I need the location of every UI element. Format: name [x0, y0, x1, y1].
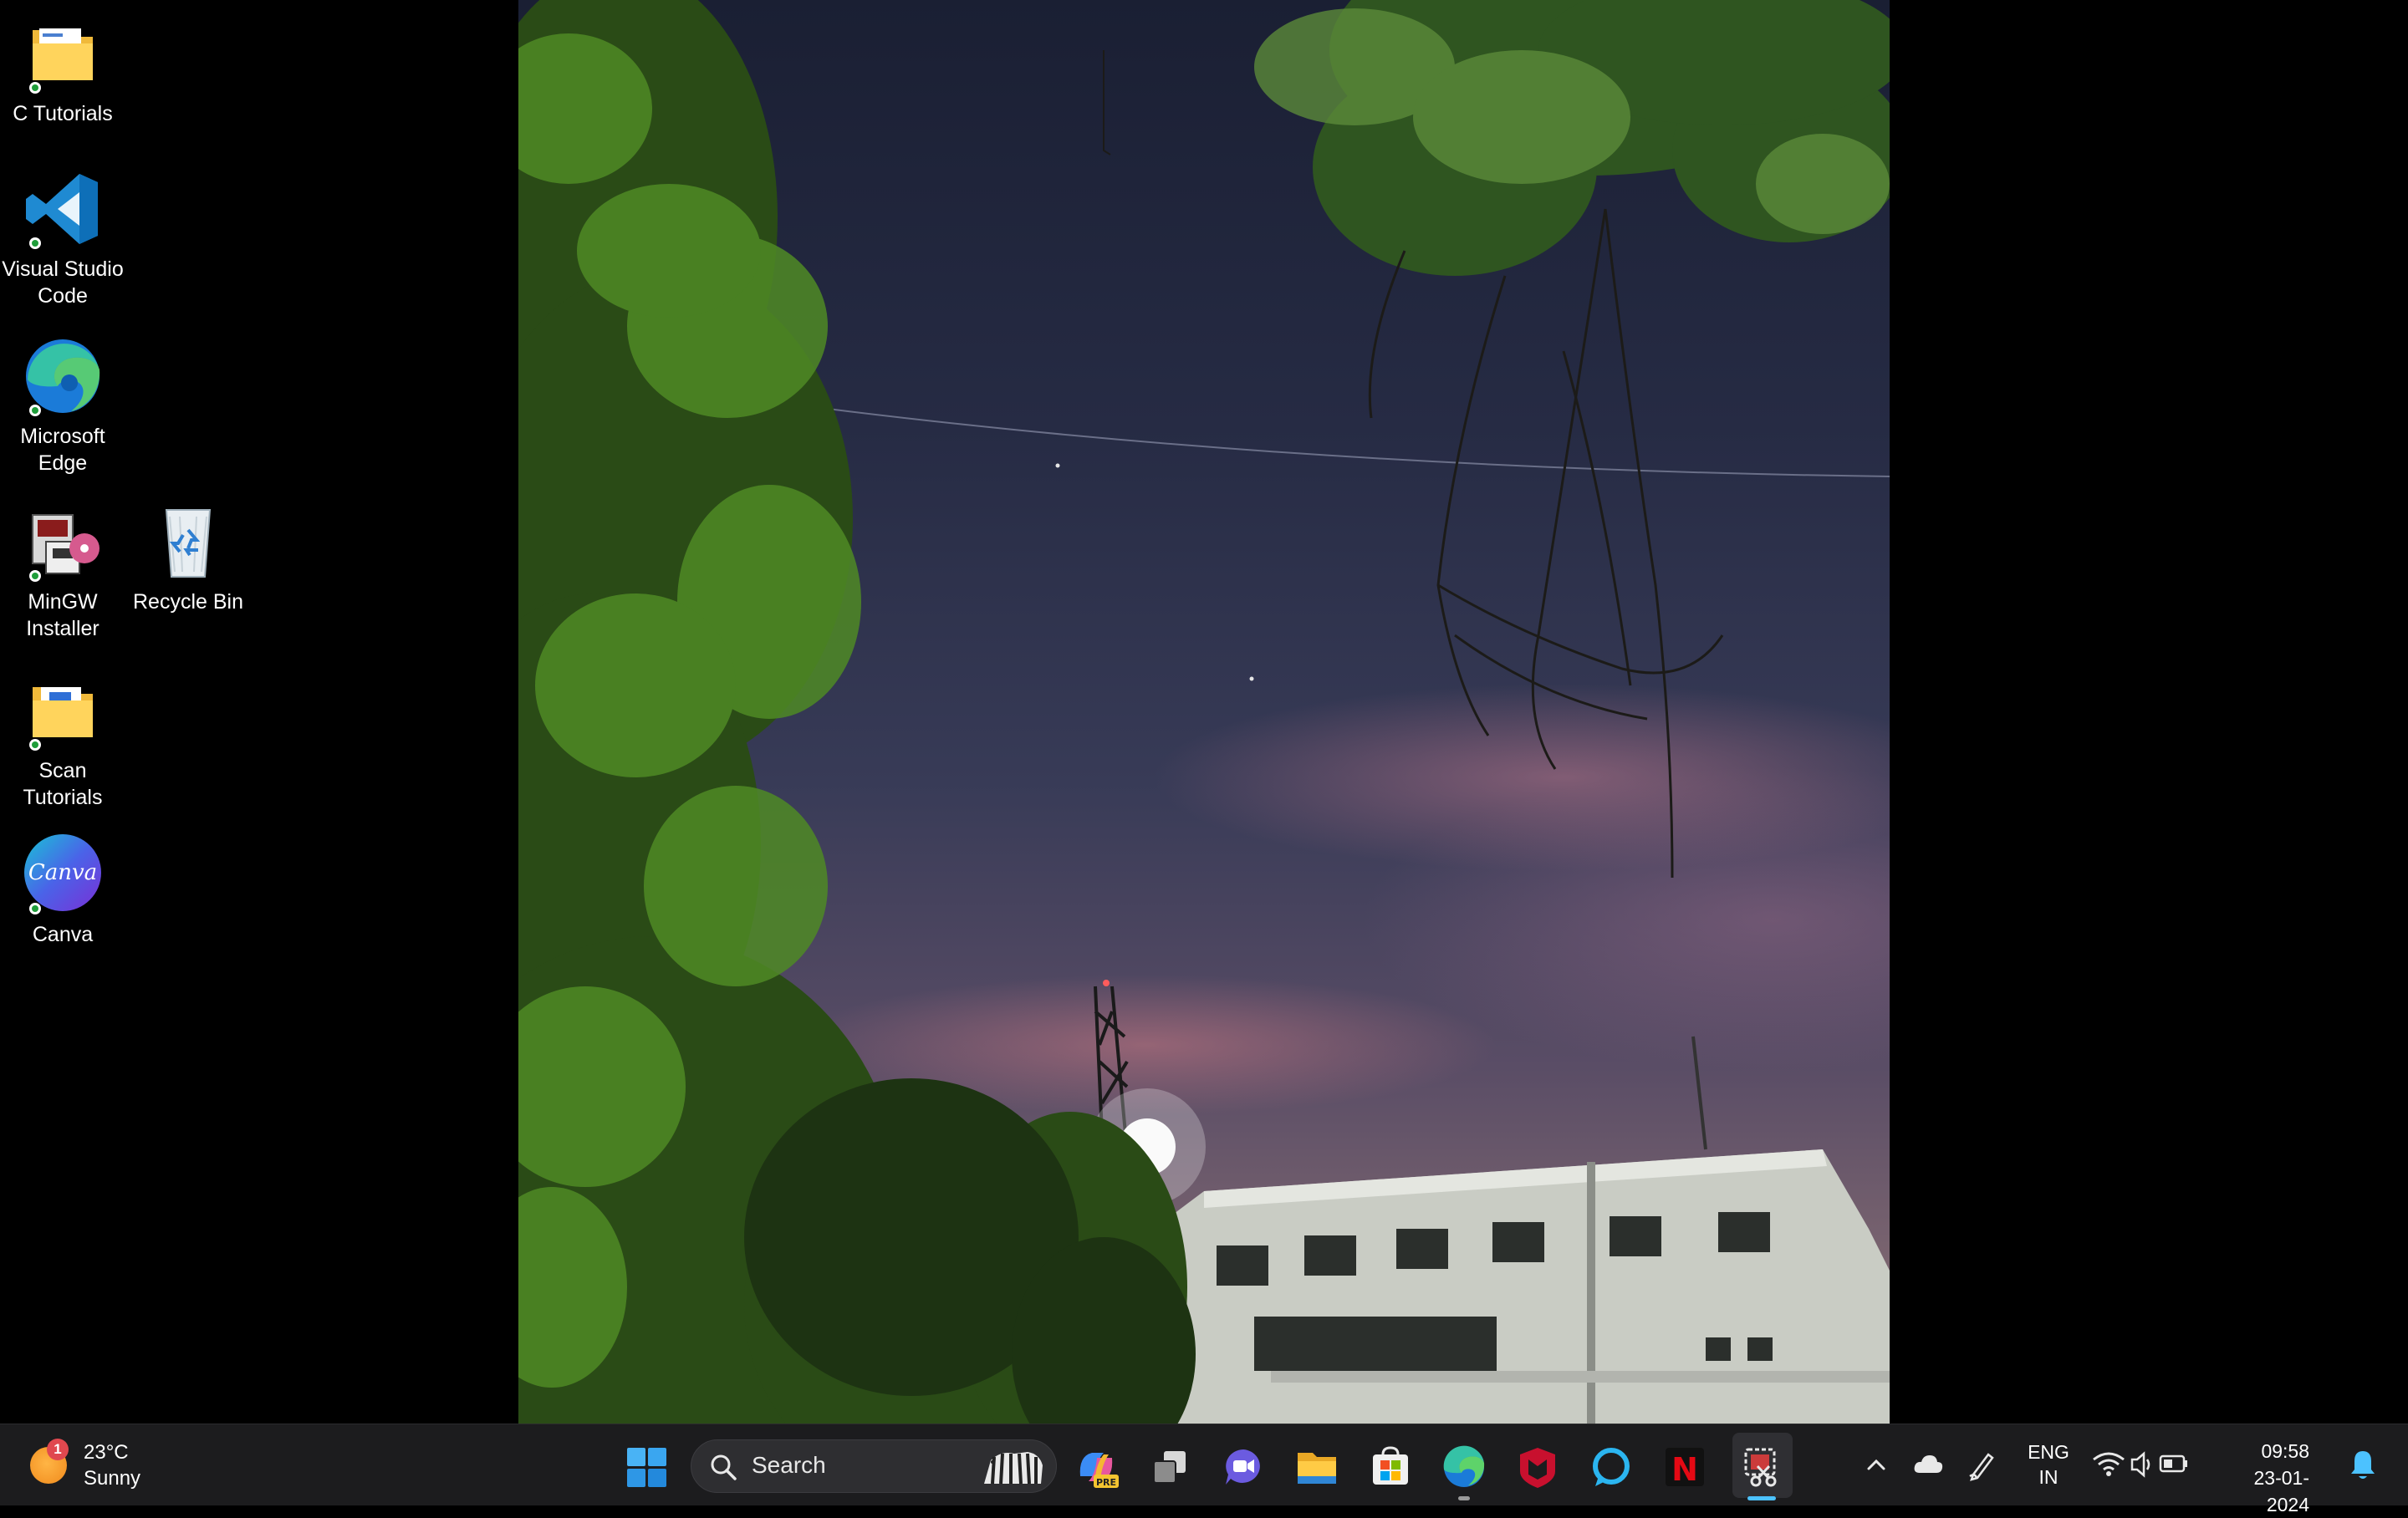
- show-hidden-icons-button[interactable]: [1861, 1449, 1891, 1480]
- desktop-icon-label: Visual Studio Code: [2, 257, 124, 308]
- search-placeholder: Search: [752, 1452, 826, 1478]
- active-indicator: [1747, 1496, 1776, 1500]
- sync-status-icon: [29, 237, 41, 249]
- snipping-tool-icon: [1744, 1448, 1777, 1487]
- edge-taskbar-button[interactable]: [1440, 1443, 1488, 1491]
- desktop-icon-canva[interactable]: Canva Canva: [0, 833, 125, 948]
- clock-time: 09:58: [2261, 1440, 2309, 1462]
- input-language-indicator[interactable]: ENG IN: [2027, 1439, 2070, 1490]
- language-code: ENG: [2028, 1441, 2069, 1463]
- task-view-icon: [1153, 1451, 1186, 1484]
- desktop-icon-label: C Tutorials: [13, 102, 113, 125]
- desktop-icon-recycle-bin[interactable]: Recycle Bin: [125, 500, 251, 615]
- running-indicator: [1458, 1496, 1470, 1500]
- recycle-bin-icon: [146, 500, 230, 583]
- weather-temperature: 23°C: [84, 1441, 129, 1464]
- sync-status-icon: [29, 903, 41, 914]
- file-explorer-button[interactable]: [1293, 1443, 1341, 1491]
- mcafee-icon: [1520, 1448, 1555, 1488]
- snipping-tool-button[interactable]: [1737, 1443, 1786, 1491]
- clock-date: 23-01-2024: [2253, 1467, 2309, 1515]
- wallpaper-scene: [518, 0, 1890, 1424]
- bell-icon: [2351, 1451, 2375, 1479]
- weather-condition: Sunny: [84, 1467, 141, 1490]
- notification-badge: 1: [47, 1439, 69, 1460]
- notifications-button[interactable]: [2346, 1446, 2380, 1483]
- mcafee-button[interactable]: [1513, 1443, 1562, 1491]
- desktop-icon-label: Microsoft Edge: [20, 425, 105, 475]
- netflix-logo-text: N: [1671, 1451, 1698, 1488]
- desktop-icon-vscode[interactable]: Visual Studio Code: [0, 167, 125, 309]
- canva-icon: Canva: [21, 833, 105, 916]
- desktop-icon-label: MinGW Installer: [26, 590, 99, 640]
- task-view-button[interactable]: [1145, 1443, 1194, 1491]
- start-button[interactable]: [622, 1443, 671, 1491]
- desktop-icon-edge[interactable]: Microsoft Edge: [0, 334, 125, 476]
- weather-widget[interactable]: 1 23°C Sunny: [30, 1436, 140, 1495]
- desktop-icon-label: Scan Tutorials: [23, 759, 103, 809]
- taskbar-search-box[interactable]: Search: [691, 1439, 1057, 1493]
- search-icon: [711, 1454, 737, 1480]
- wifi-icon: [2093, 1452, 2125, 1476]
- cloud-icon: [1914, 1455, 1943, 1473]
- vscode-icon: [21, 167, 105, 251]
- battery-icon: [2159, 1454, 2187, 1473]
- copilot-button[interactable]: PRE: [1072, 1443, 1120, 1491]
- windows-logo-icon: [627, 1448, 666, 1487]
- microsoft-store-button[interactable]: [1366, 1443, 1415, 1491]
- desktop-icon-label: Recycle Bin: [133, 590, 243, 614]
- quick-settings-button[interactable]: [2090, 1446, 2191, 1483]
- taskbar: 1 23°C Sunny Search PRE N ENG IN 09:58 2…: [0, 1424, 2408, 1515]
- folder-icon: [21, 12, 105, 95]
- alexa-button[interactable]: [1587, 1443, 1635, 1491]
- store-icon: [1373, 1446, 1408, 1485]
- sync-status-icon: [29, 82, 41, 94]
- search-highlight-zebra-icon: [984, 1452, 1043, 1485]
- chevron-up-icon: [1867, 1459, 1885, 1470]
- desktop-icon-c-tutorials[interactable]: C Tutorials: [0, 12, 125, 127]
- copilot-icon: PRE: [1079, 1453, 1119, 1488]
- mingw-installer-icon: [21, 500, 105, 583]
- onedrive-button[interactable]: [1911, 1448, 1945, 1481]
- sync-status-icon: [29, 405, 41, 416]
- folder-icon: [21, 669, 105, 752]
- chat-icon: [1226, 1449, 1260, 1485]
- canva-logo-text: Canva: [28, 860, 97, 885]
- clock[interactable]: 09:58 23-01-2024: [2227, 1438, 2309, 1518]
- alexa-icon: [1593, 1448, 1630, 1486]
- folder-icon: [1298, 1453, 1336, 1484]
- desktop-icon-label: Canva: [32, 923, 94, 946]
- netflix-button[interactable]: N: [1661, 1443, 1709, 1491]
- desktop-wallpaper: [518, 0, 1890, 1424]
- edge-icon: [21, 334, 105, 418]
- edge-icon: [1443, 1445, 1485, 1487]
- desktop-icon-scan-tutorials[interactable]: Scan Tutorials: [0, 669, 125, 811]
- desktop-icon-mingw-installer[interactable]: MinGW Installer: [0, 500, 125, 642]
- sync-status-icon: [29, 570, 41, 582]
- sync-status-icon: [29, 739, 41, 751]
- chat-button[interactable]: [1219, 1443, 1268, 1491]
- pen-menu-button[interactable]: [1965, 1448, 1998, 1481]
- svg-text:PRE: PRE: [1096, 1477, 1116, 1488]
- region-code: IN: [2038, 1466, 2059, 1488]
- volume-icon: [2130, 1451, 2150, 1478]
- netflix-icon: N: [1666, 1448, 1704, 1488]
- pen-icon: [1969, 1453, 1994, 1481]
- sun-icon: 1: [30, 1439, 69, 1484]
